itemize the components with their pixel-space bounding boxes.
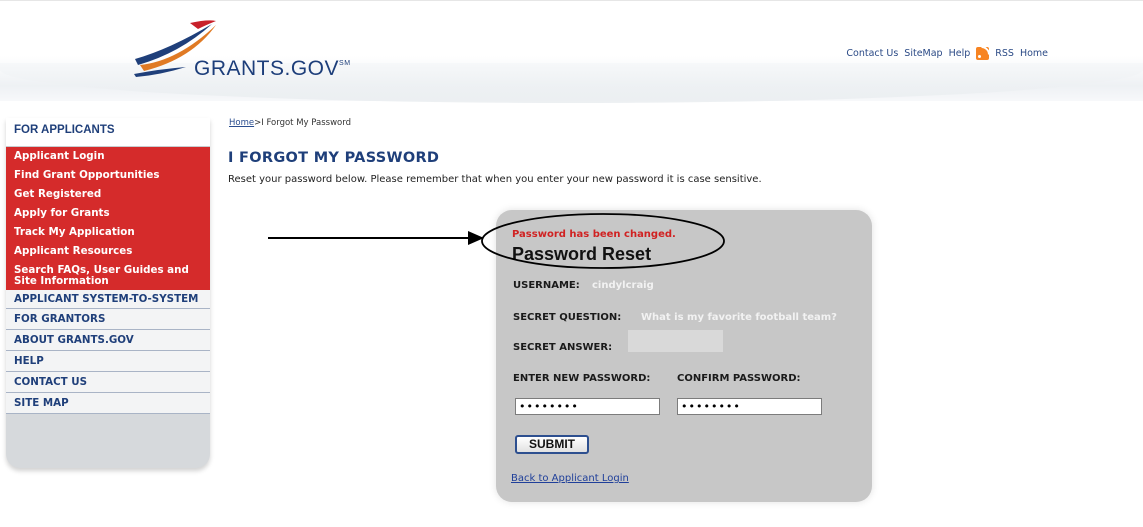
sidebar-item-for-grantors[interactable]: FOR GRANTORS [6,309,210,330]
secret-question-label: SECRET QUESTION: [513,312,622,323]
submit-button[interactable]: SUBMIT [515,435,589,454]
sidebar-item-get-registered[interactable]: Get Registered [6,185,210,204]
grants-gov-logo[interactable]: GRANTS.GOVSM [130,19,430,89]
sidebar-item-search-faqs[interactable]: Search FAQs, User Guides and Site Inform… [6,261,210,290]
success-message: Password has been changed. [512,229,676,240]
sidebar-nav: FOR APPLICANTS Applicant Login Find Gran… [6,118,210,468]
contact-us-link[interactable]: Contact Us [846,48,898,59]
site-header: GRANTS.GOVSM Contact Us SiteMap Help RSS… [0,0,1143,103]
sidebar-item-help[interactable]: HELP [6,351,210,372]
logo-text: GRANTS.GOVSM [194,57,351,80]
back-to-login-link[interactable]: Back to Applicant Login [511,473,629,484]
confirm-password-label: CONFIRM PASSWORD: [677,373,801,384]
sidebar-heading[interactable]: FOR APPLICANTS [6,118,210,147]
home-link[interactable]: Home [1020,48,1048,59]
breadcrumb: Home>I Forgot My Password [229,118,351,128]
sidebar-item-find-grant-opportunities[interactable]: Find Grant Opportunities [6,166,210,185]
rss-link[interactable]: RSS [995,48,1014,59]
sidebar-item-site-map[interactable]: SITE MAP [6,393,210,414]
sidebar-item-system-to-system[interactable]: APPLICANT SYSTEM-TO-SYSTEM [6,290,210,309]
sidebar-item-apply-for-grants[interactable]: Apply for Grants [6,204,210,223]
rss-icon[interactable] [976,47,990,60]
confirm-password-input[interactable]: •••••••• [677,398,822,415]
username-value: cindylcraig [592,280,654,291]
password-reset-title: Password Reset [512,244,652,264]
sidebar-item-applicant-login[interactable]: Applicant Login [6,147,210,166]
username-label: USERNAME: [513,280,580,291]
page-title: I FORGOT MY PASSWORD [228,150,440,166]
sidebar-item-about[interactable]: ABOUT GRANTS.GOV [6,330,210,351]
secret-question-value: What is my favorite football team? [641,312,837,323]
annotation-arrow [268,231,484,245]
sidebar-item-contact-us[interactable]: CONTACT US [6,372,210,393]
sidebar-item-applicant-resources[interactable]: Applicant Resources [6,242,210,261]
main-menu: APPLICANT SYSTEM-TO-SYSTEM FOR GRANTORS … [6,290,210,414]
breadcrumb-home-link[interactable]: Home [229,118,254,128]
applicant-menu: Applicant Login Find Grant Opportunities… [6,147,210,290]
secret-answer-label: SECRET ANSWER: [513,342,613,353]
breadcrumb-current: I Forgot My Password [261,118,351,128]
top-links: Contact Us SiteMap Help RSS Home [846,47,1048,60]
help-link[interactable]: Help [949,48,971,59]
sidebar-item-track-my-application[interactable]: Track My Application [6,223,210,242]
intro-text: Reset your password below. Please rememb… [228,174,762,185]
new-password-input[interactable]: •••••••• [515,398,660,415]
secret-answer-field [628,330,723,352]
sitemap-link[interactable]: SiteMap [904,48,942,59]
new-password-label: ENTER NEW PASSWORD: [513,373,651,384]
